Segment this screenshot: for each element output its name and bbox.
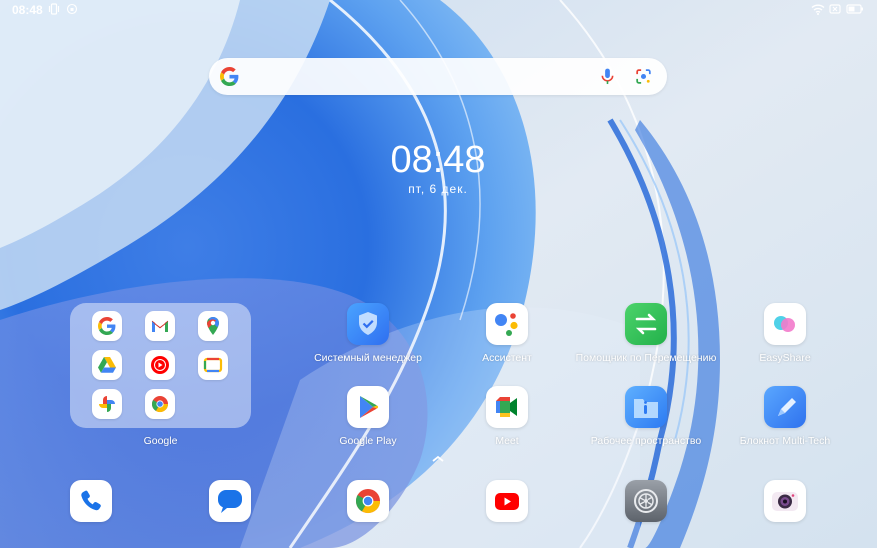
status-bar: 08:48 <box>0 0 877 20</box>
chrome-icon <box>145 389 175 419</box>
google-folder[interactable] <box>70 303 251 428</box>
app-label: Блокнот Multi-Tech <box>739 435 831 447</box>
messages-icon[interactable] <box>209 480 251 522</box>
app-label: Системный менеджер <box>314 352 422 364</box>
app-label: Помощник по Перемещению <box>575 352 717 364</box>
youtube-music-icon <box>145 350 175 380</box>
settings-icon[interactable] <box>625 480 667 522</box>
vibrate-icon <box>48 3 60 18</box>
gmail-icon <box>145 311 175 341</box>
clock-time: 08:48 <box>390 139 486 181</box>
google-tv-icon <box>198 350 228 380</box>
app-label: Ассистент <box>482 352 532 364</box>
notes-icon[interactable] <box>764 386 806 428</box>
google-lens-icon[interactable] <box>634 67 653 86</box>
workspace-icon[interactable] <box>625 386 667 428</box>
folder-label: Google <box>143 435 178 447</box>
google-play-icon[interactable] <box>347 386 389 428</box>
google-icon <box>92 311 122 341</box>
battery-icon <box>846 3 864 18</box>
status-time: 08:48 <box>12 3 43 17</box>
google-g-icon <box>220 67 239 86</box>
system-manager-icon[interactable] <box>347 303 389 345</box>
app-drawer-chevron-icon[interactable] <box>430 452 446 470</box>
assistant-icon[interactable] <box>486 303 528 345</box>
camera-icon[interactable] <box>764 480 806 522</box>
no-sim-icon <box>829 3 841 18</box>
app-label: Рабочее пространство <box>590 435 702 447</box>
meet-icon[interactable] <box>486 386 528 428</box>
chrome-icon[interactable] <box>347 480 389 522</box>
maps-icon <box>198 311 228 341</box>
rotation-lock-icon <box>66 3 78 18</box>
youtube-icon[interactable] <box>486 480 528 522</box>
clock-date: пт, 6 дек. <box>408 182 468 196</box>
drive-icon <box>92 350 122 380</box>
easyshare-icon[interactable] <box>764 303 806 345</box>
app-label: Google Play <box>339 435 397 447</box>
clock-widget[interactable]: 08:48 пт, 6 дек. <box>338 140 538 196</box>
app-label: Meet <box>495 435 519 447</box>
phone-icon[interactable] <box>70 480 112 522</box>
wifi-icon <box>811 3 825 18</box>
microphone-icon[interactable] <box>598 67 617 86</box>
app-label: EasyShare <box>759 352 811 364</box>
transfer-assistant-icon[interactable] <box>625 303 667 345</box>
google-search-bar[interactable] <box>209 58 667 95</box>
photos-icon <box>92 389 122 419</box>
